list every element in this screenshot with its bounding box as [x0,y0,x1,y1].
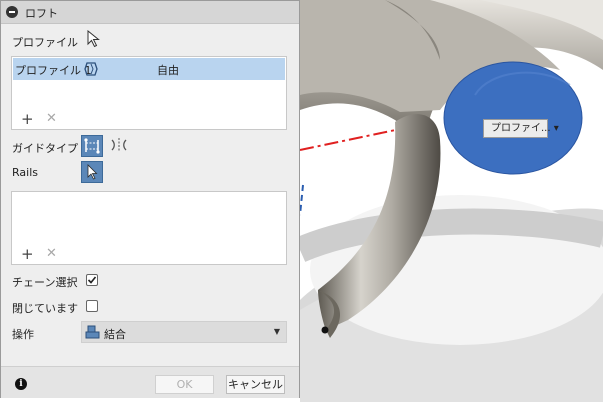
guide-centerline-button[interactable] [109,135,131,157]
chain-select-checkbox[interactable] [86,274,98,286]
add-rail-button[interactable]: + [21,247,34,262]
join-operation-icon [85,324,101,343]
profile-face [443,61,583,175]
rails-list[interactable]: + ✕ [11,191,287,265]
profile-dropdown-tag[interactable]: プロファイ... ▾ [483,119,559,138]
remove-rail-button[interactable]: ✕ [46,247,57,261]
chevron-down-icon: ▼ [273,327,280,336]
loft-dialog: ロフト プロファイル プロファイル 1 自由 + ✕ ガイドタイプ Rails … [0,0,300,398]
info-icon[interactable]: i [15,378,27,390]
remove-profile-button[interactable]: ✕ [46,112,57,126]
profile-label: プロファイル [12,36,78,49]
rails-label: Rails [12,166,38,179]
dialog-title-bar[interactable]: ロフト [1,1,299,24]
guide-type-label: ガイドタイプ [12,142,78,155]
pipe-end-point [321,326,329,334]
profile-list[interactable]: プロファイル 1 自由 + ✕ [11,56,287,130]
add-profile-button[interactable]: + [21,112,34,127]
rails-select-button[interactable] [81,161,103,183]
cancel-button[interactable]: キャンセル [226,375,285,394]
profile-name: プロファイル 1 [15,64,92,77]
ok-button[interactable]: OK [155,375,214,394]
operation-select[interactable]: 結合 ▼ [81,321,287,343]
list-item[interactable]: プロファイル 1 自由 [13,58,285,80]
dialog-title: ロフト [25,7,58,20]
operation-value: 結合 [104,328,126,341]
closed-label: 閉じています [12,302,78,315]
chain-select-label: チェーン選択 [12,276,78,289]
dialog-footer: i OK キャンセル [1,366,299,398]
collapse-icon[interactable] [6,6,18,18]
guide-rails-button[interactable] [81,135,103,157]
profile-edge-icon[interactable] [83,60,101,81]
operation-label: 操作 [12,328,34,341]
closed-checkbox[interactable] [86,300,98,312]
cursor-select-icon[interactable] [87,29,101,51]
profile-mode[interactable]: 自由 [157,62,179,78]
